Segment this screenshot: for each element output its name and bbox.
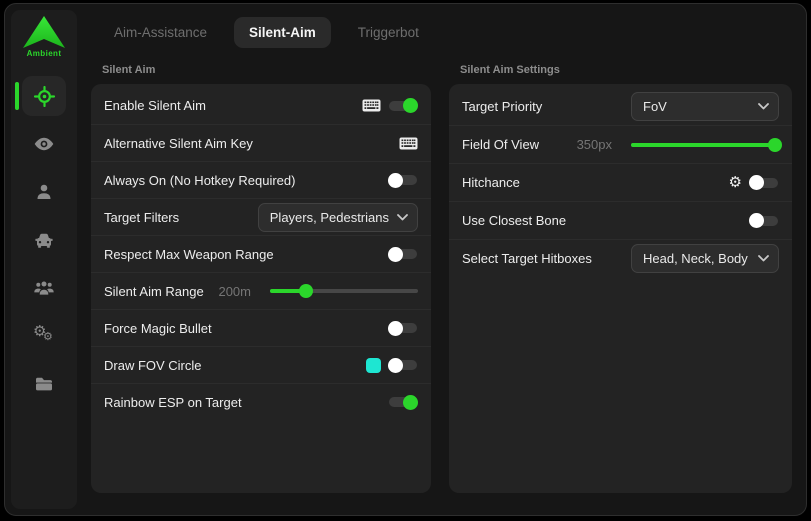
select-value: FoV xyxy=(643,99,667,114)
panel-title: Silent Aim xyxy=(102,64,431,76)
row-target-priority: Target Priority FoV xyxy=(449,87,792,125)
app-window: Ambient xyxy=(4,3,807,516)
eye-icon xyxy=(34,137,54,151)
row-always-on: Always On (No Hotkey Required) xyxy=(91,161,431,198)
force-magic-bullet-toggle[interactable] xyxy=(388,321,418,336)
enable-silent-aim-toggle[interactable] xyxy=(388,98,418,113)
chevron-down-icon xyxy=(397,214,408,221)
draw-fov-circle-toggle[interactable] xyxy=(388,358,418,373)
rainbow-esp-toggle[interactable] xyxy=(388,395,418,410)
chevron-down-icon xyxy=(758,255,769,262)
row-use-closest-bone: Use Closest Bone xyxy=(449,201,792,239)
row-respect-max-range: Respect Max Weapon Range xyxy=(91,235,431,272)
row-alternative-key: Alternative Silent Aim Key xyxy=(91,124,431,161)
row-label: Silent Aim Range xyxy=(104,284,218,299)
person-icon xyxy=(35,183,53,201)
row-select-target-hitboxes: Select Target Hitboxes Head, Neck, Body xyxy=(449,239,792,277)
users-icon xyxy=(33,280,55,296)
silent-aim-settings-card: Target Priority FoV Field Of View 350px xyxy=(449,84,792,493)
sidebar-item-aim[interactable] xyxy=(22,76,66,116)
row-label: Rainbow ESP on Target xyxy=(104,395,388,410)
main-area: Aim-Assistance Silent-Aim Triggerbot Sil… xyxy=(77,4,806,515)
sidebar: Ambient xyxy=(11,10,77,509)
row-label: Use Closest Bone xyxy=(462,213,749,228)
row-field-of-view: Field Of View 350px xyxy=(449,125,792,163)
logo-text: Ambient xyxy=(27,49,62,58)
gear-icon[interactable]: ⚙ xyxy=(729,175,742,190)
sidebar-item-configs[interactable] xyxy=(22,364,66,404)
slider-knob[interactable] xyxy=(299,284,313,298)
row-silent-aim-range: Silent Aim Range 200m xyxy=(91,272,431,309)
chevron-down-icon xyxy=(758,103,769,110)
always-on-toggle[interactable] xyxy=(388,173,418,188)
select-value: Head, Neck, Body xyxy=(643,251,748,266)
crosshair-icon xyxy=(34,86,55,107)
select-value: Players, Pedestrians xyxy=(270,210,389,225)
fov-circle-color-swatch[interactable] xyxy=(366,358,381,373)
use-closest-bone-toggle[interactable] xyxy=(749,213,779,228)
target-priority-select[interactable]: FoV xyxy=(631,92,779,121)
row-rainbow-esp: Rainbow ESP on Target xyxy=(91,383,431,420)
field-of-view-slider[interactable] xyxy=(631,138,779,152)
silent-aim-card: Enable Silent Aim Alternative Silent Aim… xyxy=(91,84,431,493)
row-label: Always On (No Hotkey Required) xyxy=(104,173,388,188)
target-filters-select[interactable]: Players, Pedestrians xyxy=(258,203,418,232)
gears-icon: ⚙⚙ xyxy=(33,326,55,346)
sidebar-item-esp[interactable] xyxy=(22,124,66,164)
tab-triggerbot[interactable]: Triggerbot xyxy=(343,17,434,48)
row-label: Force Magic Bullet xyxy=(104,321,388,336)
row-draw-fov-circle: Draw FOV Circle xyxy=(91,346,431,383)
logo-arrow-icon xyxy=(21,15,67,49)
hitchance-toggle[interactable] xyxy=(749,175,779,190)
row-label: Enable Silent Aim xyxy=(104,98,362,113)
sidebar-item-settings[interactable]: ⚙⚙ xyxy=(22,316,66,356)
panel-silent-aim-settings: Silent Aim Settings Target Priority FoV … xyxy=(449,60,792,493)
respect-max-range-toggle[interactable] xyxy=(388,247,418,262)
sidebar-item-vehicle[interactable] xyxy=(22,220,66,260)
row-label: Select Target Hitboxes xyxy=(462,251,631,266)
tab-bar: Aim-Assistance Silent-Aim Triggerbot xyxy=(77,4,806,60)
slider-value: 200m xyxy=(218,284,251,299)
folder-icon xyxy=(34,376,54,392)
sidebar-nav: ⚙⚙ xyxy=(11,76,77,404)
row-label: Alternative Silent Aim Key xyxy=(104,136,399,151)
target-hitboxes-select[interactable]: Head, Neck, Body xyxy=(631,244,779,273)
content: Silent Aim Enable Silent Aim Alternative… xyxy=(77,60,806,493)
row-label: Target Filters xyxy=(104,210,258,225)
sidebar-item-player[interactable] xyxy=(22,172,66,212)
row-label: Target Priority xyxy=(462,99,631,114)
row-target-filters: Target Filters Players, Pedestrians xyxy=(91,198,431,235)
silent-aim-range-slider[interactable] xyxy=(270,284,418,298)
row-label: Field Of View xyxy=(462,137,577,152)
panel-title: Silent Aim Settings xyxy=(460,64,792,76)
tab-aim-assistance[interactable]: Aim-Assistance xyxy=(99,17,222,48)
sidebar-item-players-list[interactable] xyxy=(22,268,66,308)
row-label: Draw FOV Circle xyxy=(104,358,366,373)
keyboard-icon[interactable] xyxy=(362,99,381,112)
ambient-logo: Ambient xyxy=(11,15,77,58)
car-icon xyxy=(34,232,54,248)
tab-silent-aim[interactable]: Silent-Aim xyxy=(234,17,331,48)
row-hitchance: Hitchance ⚙ xyxy=(449,163,792,201)
row-label: Hitchance xyxy=(462,175,729,190)
panel-silent-aim: Silent Aim Enable Silent Aim Alternative… xyxy=(91,60,431,493)
slider-knob[interactable] xyxy=(768,138,782,152)
row-force-magic-bullet: Force Magic Bullet xyxy=(91,309,431,346)
keyboard-icon[interactable] xyxy=(399,137,418,150)
row-enable-silent-aim: Enable Silent Aim xyxy=(91,87,431,124)
row-label: Respect Max Weapon Range xyxy=(104,247,388,262)
slider-value: 350px xyxy=(577,137,612,152)
